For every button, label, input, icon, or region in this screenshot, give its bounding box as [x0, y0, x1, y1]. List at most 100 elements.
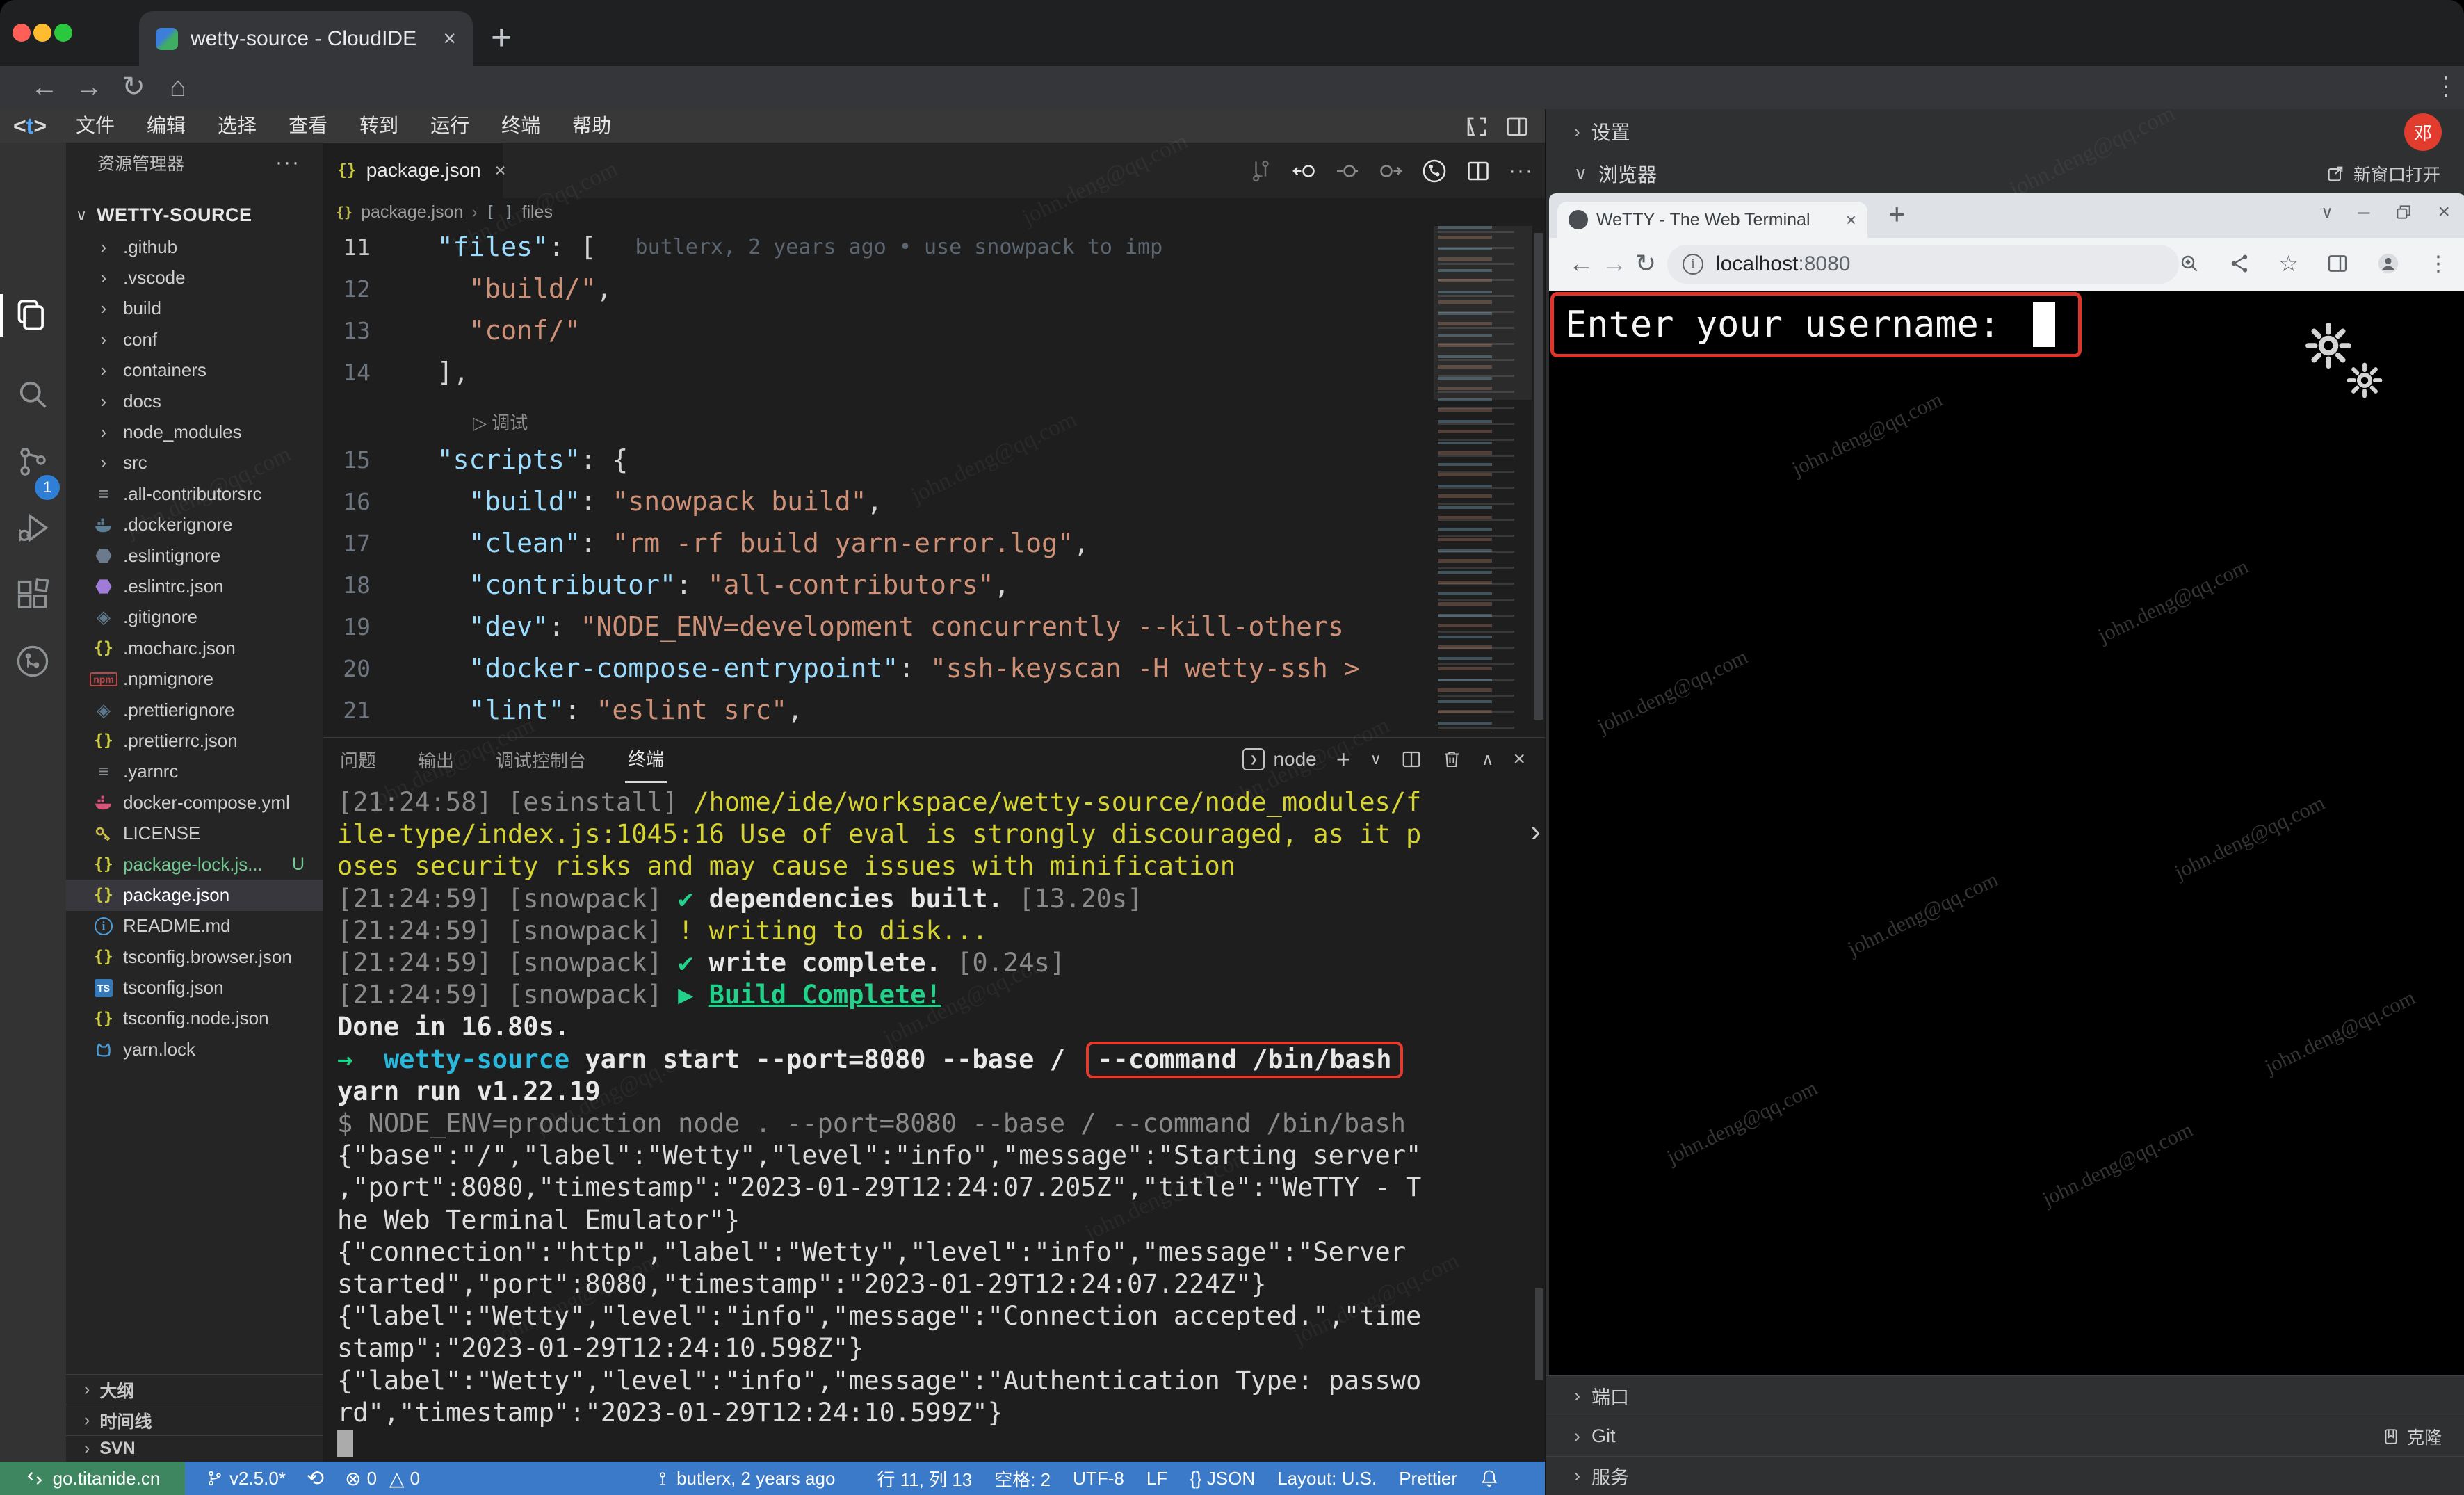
wetty-new-tab-button[interactable]: + [1888, 197, 1906, 231]
language-mode-item[interactable]: {} JSON [1190, 1468, 1255, 1489]
compare-changes-icon[interactable] [1249, 159, 1274, 184]
code-line-13[interactable]: 13 "conf/" [323, 309, 1422, 351]
code-line-19[interactable]: 19 "dev": "NODE_ENV=development concurre… [323, 606, 1422, 647]
back-icon[interactable]: ← [29, 66, 60, 109]
code-line-20[interactable]: 20 "docker-compose-entrypoint": "ssh-key… [323, 647, 1422, 689]
explorer-item-package-lock.js...[interactable]: {}package-lock.js...U [66, 849, 323, 880]
editor-tab-close-icon[interactable]: × [495, 160, 506, 181]
explorer-item-.vscode[interactable]: ›.vscode [66, 262, 323, 293]
minimap[interactable] [1438, 226, 1528, 732]
problems-item[interactable]: ⊗ 0 △ 0 [345, 1467, 420, 1490]
browser-preview-section[interactable]: ∨ 浏览器 新窗口打开 [1546, 154, 2464, 193]
explorer-item-.yarnrc[interactable]: ≡.yarnrc [66, 757, 323, 787]
keyboard-layout-item[interactable]: Layout: U.S. [1277, 1468, 1377, 1489]
code-line-17[interactable]: 17 "clean": "rm -rf build yarn-error.log… [323, 522, 1422, 564]
macos-zoom-button[interactable] [54, 24, 72, 42]
explorer-item-yarn.lock[interactable]: yarn.lock [66, 1034, 323, 1065]
git-graph-icon[interactable] [15, 643, 51, 679]
editor-more-actions-icon[interactable]: ··· [1509, 159, 1534, 183]
previous-change-icon[interactable] [1292, 159, 1317, 184]
svn-section[interactable]: ›SVN [66, 1435, 323, 1462]
wetty-restore-icon[interactable] [2394, 203, 2413, 221]
explorer-item-package.json[interactable]: {}package.json [66, 880, 323, 910]
breadcrumb-file[interactable]: package.json [361, 202, 463, 223]
new-tab-button[interactable]: + [491, 19, 512, 56]
extensions-icon[interactable] [15, 577, 51, 613]
cursor-position-item[interactable]: 行 11, 列 13 [877, 1466, 972, 1492]
zoom-icon[interactable] [2178, 252, 2200, 275]
menu-item[interactable]: 选择 [202, 109, 273, 143]
menu-item[interactable]: 文件 [60, 109, 131, 143]
code-line-18[interactable]: 18 "contributor": "all-contributors", [323, 564, 1422, 606]
blame-item[interactable]: butlerx, 2 years ago [654, 1468, 835, 1489]
git-section[interactable]: ›Git 克隆 [1546, 1416, 2464, 1456]
explorer-item-.gitignore[interactable]: ◈.gitignore [66, 602, 323, 633]
explorer-item-containers[interactable]: ›containers [66, 355, 323, 386]
remote-indicator[interactable]: go.titanide.cn [0, 1462, 185, 1495]
kill-terminal-trash-icon[interactable] [1441, 749, 1462, 770]
explorer-item-tsconfig.json[interactable]: TStsconfig.json [66, 972, 323, 1003]
eol-item[interactable]: LF [1146, 1468, 1167, 1489]
profile-icon[interactable] [2376, 252, 2400, 275]
open-new-window-button[interactable]: 新窗口打开 [2326, 161, 2440, 186]
editor-tab-package-json[interactable]: {} package.json × [323, 143, 503, 198]
side-panel-icon[interactable] [2326, 252, 2349, 275]
timeline-section[interactable]: ›时间线 [66, 1405, 323, 1435]
search-icon[interactable] [15, 376, 51, 412]
maximize-panel-icon[interactable]: ∧ [1482, 750, 1494, 770]
formatter-item[interactable]: Prettier [1399, 1468, 1457, 1489]
breadcrumb-node[interactable]: files [522, 202, 553, 223]
macos-close-button[interactable] [13, 24, 31, 42]
wetty-address-bar[interactable]: i localhost :8080 [1667, 245, 2179, 284]
ports-section[interactable]: ›端口 [1546, 1375, 2464, 1416]
current-change-icon[interactable] [1335, 159, 1360, 184]
explorer-item-.eslintrc.json[interactable]: .eslintrc.json [66, 571, 323, 601]
explorer-item-.dockerignore[interactable]: .dockerignore [66, 510, 323, 540]
explorer-item-tsconfig.browser.json[interactable]: {}tsconfig.browser.json [66, 942, 323, 972]
breadcrumb[interactable]: {} package.json › [ ] files [323, 198, 553, 226]
wetty-back-icon[interactable]: ← [1569, 249, 1594, 278]
code-line-16[interactable]: 16 "build": "snowpack build", [323, 480, 1422, 522]
git-branch-item[interactable]: v2.5.0* [206, 1468, 286, 1489]
explorer-item-.mocharc.json[interactable]: {}.mocharc.json [66, 633, 323, 663]
wetty-tab-close-icon[interactable]: × [1846, 209, 1856, 231]
menu-item[interactable]: 终端 [485, 109, 556, 143]
explorer-item-.github[interactable]: ›.github [66, 232, 323, 262]
browser-menu-kebab-icon[interactable]: ⋮ [2433, 72, 2458, 101]
menu-item[interactable]: 查看 [273, 109, 343, 143]
code-content[interactable]: 11 "files": [butlerx, 2 years ago • use … [323, 226, 1422, 731]
code-line-15[interactable]: 15 "scripts": { [323, 439, 1422, 480]
user-avatar[interactable]: 邓 [2404, 113, 2442, 151]
browser-tab[interactable]: wetty-source - CloudIDE × [139, 11, 473, 66]
terminal-output[interactable]: [21:24:58] [esinstall] /home/ide/workspa… [337, 786, 1540, 1461]
explorer-item-conf[interactable]: ›conf [66, 324, 323, 355]
explorer-root-folder[interactable]: ∨ WETTY-SOURCE [66, 199, 323, 232]
explorer-item-docs[interactable]: ›docs [66, 386, 323, 417]
reload-icon[interactable]: ↻ [118, 66, 149, 109]
wetty-close-icon[interactable]: × [2438, 200, 2450, 224]
explorer-icon[interactable] [15, 297, 51, 333]
code-line-21[interactable]: 21 "lint": "eslint src", [323, 689, 1422, 731]
run-debug-icon[interactable] [15, 510, 51, 546]
terminal-shell-selector[interactable]: ❯ node [1242, 748, 1316, 770]
code-line-12[interactable]: 12 "build/", [323, 268, 1422, 309]
open-changes-icon[interactable] [1421, 158, 1448, 184]
outline-section[interactable]: ›大纲 [66, 1374, 323, 1405]
wetty-reload-icon[interactable]: ↻ [1635, 249, 1656, 278]
scroll-right-chevron-icon[interactable]: › [1530, 814, 1541, 849]
forward-icon[interactable]: → [74, 66, 104, 109]
new-terminal-icon[interactable]: + [1336, 745, 1351, 774]
explorer-item-.eslintignore[interactable]: .eslintignore [66, 540, 323, 571]
minimap-slider[interactable] [1434, 226, 1532, 400]
wetty-menu-kebab-icon[interactable]: ⋮ [2428, 252, 2449, 276]
menu-item[interactable]: 编辑 [131, 109, 202, 143]
explorer-item-.prettierrc.json[interactable]: {}.prettierrc.json [66, 725, 323, 756]
tab-close-icon[interactable]: × [443, 26, 456, 51]
encoding-item[interactable]: UTF-8 [1073, 1468, 1124, 1489]
menu-item[interactable]: 运行 [414, 109, 485, 143]
code-line-14[interactable]: 14 ], [323, 351, 1422, 393]
panel-tab-问题[interactable]: 问题 [337, 737, 379, 782]
toggle-fullscreen-icon[interactable] [1464, 114, 1489, 139]
explorer-item-docker-compose.yml[interactable]: docker-compose.yml [66, 787, 323, 818]
explorer-item-node-modules[interactable]: ›node_modules [66, 417, 323, 447]
